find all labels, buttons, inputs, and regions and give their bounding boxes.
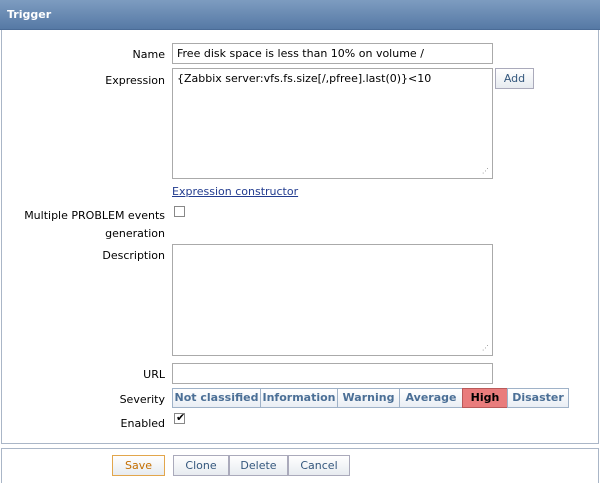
severity-high[interactable]: High (462, 388, 508, 408)
add-expression-button[interactable]: Add (495, 68, 534, 89)
resize-grip-icon[interactable]: ⋰ (482, 345, 489, 352)
enabled-checkbox[interactable]: ✔ (174, 411, 186, 424)
multiple-problem-label: Multiple PROBLEM events (24, 209, 165, 222)
enabled-label: Enabled (120, 417, 165, 430)
severity-warning[interactable]: Warning (337, 388, 400, 408)
severity-not-classified[interactable]: Not classified (172, 388, 261, 408)
checkmark-icon: ✔ (176, 411, 186, 424)
multiple-problem-label-line2: generation (105, 227, 165, 240)
description-textarea[interactable] (172, 244, 493, 356)
clone-button[interactable]: Clone (173, 455, 229, 476)
window-titlebar: Trigger (0, 0, 600, 30)
save-button[interactable]: Save (112, 455, 165, 476)
name-label: Name (132, 48, 165, 61)
expression-textarea[interactable]: {Zabbix server:vfs.fs.size[/,pfree].last… (172, 68, 493, 179)
url-input[interactable] (172, 363, 493, 384)
name-input[interactable] (172, 43, 493, 64)
cancel-button[interactable]: Cancel (288, 455, 350, 476)
multiple-problem-checkbox[interactable] (174, 206, 185, 217)
expression-label: Expression (105, 74, 165, 87)
severity-average[interactable]: Average (399, 388, 463, 408)
resize-grip-icon[interactable]: ⋰ (482, 168, 489, 175)
delete-button[interactable]: Delete (229, 455, 288, 476)
severity-label: Severity (119, 393, 165, 406)
url-label: URL (143, 368, 165, 381)
severity-disaster[interactable]: Disaster (507, 388, 569, 408)
severity-information[interactable]: Information (260, 388, 338, 408)
severity-selector: Not classified Information Warning Avera… (172, 388, 569, 408)
window-title: Trigger (7, 8, 52, 21)
description-label: Description (102, 249, 165, 262)
expression-constructor-link[interactable]: Expression constructor (172, 185, 298, 198)
